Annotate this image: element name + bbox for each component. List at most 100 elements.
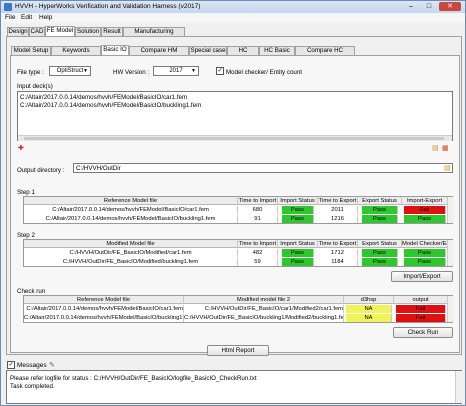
model-checker-cell: Pass [404,258,446,266]
column-header: Import Status [278,197,318,205]
output-cell: Fail [396,314,446,322]
step2-scrollbar[interactable] [447,240,454,266]
menu-bar: File Edit Help [1,13,465,23]
html-report-button[interactable]: Html Report [207,345,269,356]
messages-panel: Please refer logfile for status : C:/HVV… [6,370,462,404]
menu-help[interactable]: Help [39,14,52,21]
import-status-cell: Pass [282,258,314,266]
step1-header-row: Reference Model file Time to Import Impo… [24,197,454,205]
step1-label: Step 1 [17,189,35,196]
column-header: Time to Import [238,240,278,248]
time-to-import-cell: 59 [238,258,278,266]
step2-label: Step 2 [17,232,35,239]
export-status-cell: Pass [362,258,398,266]
column-header: Export Status [358,240,402,248]
table-row[interactable]: C:/Altair/2017.0.0.14/demos/hvvh/FEModel… [24,305,454,313]
import-status-cell: Pass [282,206,314,214]
tab-basic-io[interactable]: Basic IO [101,45,129,55]
scroll-thumb[interactable] [24,137,444,140]
main-window: HVVH - HyperWorks Verification and Valid… [0,0,466,406]
edit-pencil-icon[interactable]: ✎ [49,361,55,369]
messages-scrollbar[interactable] [455,371,462,403]
time-to-export-cell: 1184 [318,258,358,266]
step1-scrollbar[interactable] [447,197,454,223]
reference-file-cell: C:/Altair/2017.0.0.14/demos/hvvh/FEModel… [24,215,238,223]
menu-file[interactable]: File [5,14,15,21]
d3hsp-cell: NA [346,305,392,313]
time-to-export-cell: 2011 [318,206,358,214]
messages-checkbox[interactable]: ✓ [7,361,15,369]
import-export-cell: Pass [404,215,446,223]
input-decks-scrollbar[interactable] [18,135,452,141]
hw-version-value: 2017 [169,68,183,74]
tab-compare-hm-versions[interactable]: Compare HM Versions [129,46,189,62]
table-row[interactable]: C:/HVVH/OutDir/FE_BasicIO/Modified/buckl… [24,258,454,266]
check-run-table: Reference Model file Modified model file… [23,295,454,323]
column-header: Time to Import [238,197,278,205]
table-row[interactable]: C:/Altair/2017.0.0.14/demos/hvvh/FEModel… [24,206,454,214]
reference-file-cell: C:/Altair/2017.0.0.14/demos/hvvh/FEModel… [24,305,184,313]
time-to-import-cell: 91 [238,215,278,223]
remove-deck-icon[interactable]: ✚ [18,144,24,152]
tab-manufacturing-solution[interactable]: Manufacturing solution [123,27,185,43]
input-deck-item[interactable]: C:/Altair/2017.0.0.14/demos/hvvh/FEModel… [20,94,187,101]
tab-cad[interactable]: CAD [29,27,45,36]
input-decks-label: Input deck(s) [17,83,53,90]
column-header: output [394,296,448,304]
chevron-down-icon: ▼ [83,68,88,74]
import-export-button[interactable]: Import/Export [391,271,453,282]
folder-icon[interactable]: ▤ [444,164,451,172]
folder-open-icon[interactable]: ▤ [432,144,439,152]
close-button[interactable]: ✕ [439,2,461,11]
input-deck-item[interactable]: C:/Altair/2017.0.0.14/demos/hvvh/FEModel… [20,102,201,109]
maximize-button[interactable]: □ [421,2,437,11]
step2-table: Modified Model file Time to Import Impor… [23,239,454,267]
output-directory-field[interactable]: C:/HVVH/OutDir ▤ [73,163,453,173]
output-directory-label: Output directory : [17,167,65,174]
export-status-cell: Pass [362,206,398,214]
model-checker-cell: Pass [404,249,446,257]
tab-result[interactable]: Result [101,27,123,36]
export-status-cell: Pass [362,249,398,257]
column-header: Time to Export [318,197,358,205]
hw-version-label: HW Version : [113,69,150,76]
column-header: Import-Export [402,197,448,205]
app-icon [4,3,12,11]
import-status-cell: Pass [282,249,314,257]
tab-solution[interactable]: Solution [75,27,101,36]
hw-version-select[interactable]: 2017 ▼ [153,66,199,76]
time-to-import-cell: 482 [238,249,278,257]
messages-label: Messages [17,362,47,369]
time-to-import-cell: 680 [238,206,278,214]
basic-io-panel: File type : OptiStruct ▼ HW Version : 20… [10,55,460,356]
table-row[interactable]: C:/Altair/2017.0.0.14/demos/hvvh/FEModel… [24,215,454,223]
tab-hc-session[interactable]: HC Session [227,46,259,62]
modified-file-cell: C:/HVVH/OutDir/FE_BasicIO/buckling1/Modi… [184,314,344,322]
tab-special-case[interactable]: Special case [189,46,227,55]
model-checker-checkbox[interactable]: ✓ [216,67,224,75]
output-cell: Fail [396,305,446,313]
file-type-value: OptiStruct [56,68,84,74]
reference-file-cell: C:/Altair/2017.0.0.14/demos/hvvh/FEModel… [24,206,238,214]
tab-model-setup[interactable]: Model Setup [11,46,51,55]
tab-keywords-coverage[interactable]: Keywords coverage [51,46,101,62]
minimize-button[interactable]: – [403,2,419,11]
menu-edit[interactable]: Edit [21,14,32,21]
check-run-scrollbar[interactable] [447,296,454,322]
column-header: Reference Model file [24,296,184,304]
column-header: Modified model file 2 [184,296,344,304]
table-row[interactable]: C:/HVVH/OutDir/FE_BasicIO/Modified/car1.… [24,249,454,257]
tab-compare-hc-versions[interactable]: Compare HC Versions [295,46,355,62]
step2-header-row: Modified Model file Time to Import Impor… [24,240,454,248]
tab-fe-model[interactable]: FE Model [45,26,75,36]
tab-design[interactable]: Design [7,27,29,36]
message-line: Please refer logfile for status : C:/HVV… [10,375,257,382]
file-type-select[interactable]: OptiStruct ▼ [49,66,91,76]
check-run-header-row: Reference Model file Modified model file… [24,296,454,304]
tab-hc-basic-io[interactable]: HC Basic IO [259,46,295,62]
model-checker-label: Model checker/ Entity count [226,69,303,76]
add-deck-icon[interactable]: ▦ [442,144,449,152]
table-row[interactable]: C:/Altair/2017.0.0.14/demos/hvvh/FEModel… [24,314,454,322]
input-decks-list[interactable]: C:/Altair/2017.0.0.14/demos/hvvh/FEModel… [17,91,453,141]
check-run-button[interactable]: Check Run [393,327,453,338]
